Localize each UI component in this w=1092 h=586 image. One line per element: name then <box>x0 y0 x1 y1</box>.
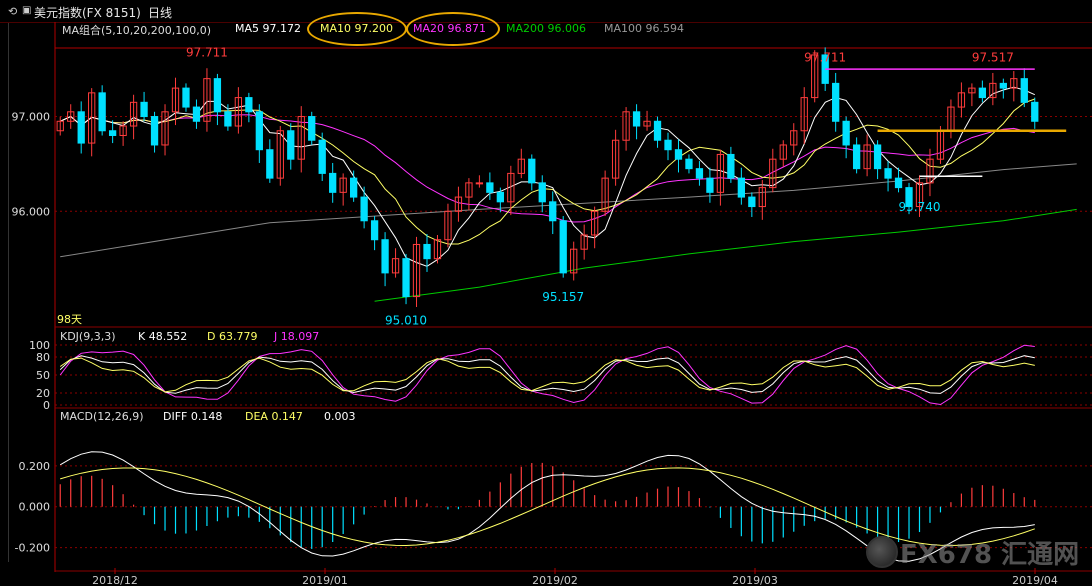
candle-body <box>140 101 148 118</box>
candle-body <box>255 111 263 151</box>
candle-body <box>1020 78 1028 103</box>
candle-body <box>884 168 892 179</box>
price-annotation: 95.157 <box>542 290 584 304</box>
candle-body <box>653 120 662 141</box>
candle-body <box>706 177 714 193</box>
kdj-tick-label: 80 <box>36 351 50 364</box>
candle-body <box>1031 101 1039 122</box>
candle-body <box>77 111 85 144</box>
candle-body <box>894 177 903 189</box>
price-tick-label: 97.000 <box>12 111 51 124</box>
kdj-d-legend: D 63.779 <box>207 330 258 343</box>
candle-body <box>632 111 641 127</box>
macd-tick-label: -0.200 <box>15 542 50 555</box>
x-axis-label: 2018/12 <box>92 574 138 586</box>
ma-legend-label: MA组合(5,10,20,200,100,0) <box>62 24 212 37</box>
candle-body <box>108 130 117 136</box>
watermark-logo-icon <box>866 536 898 568</box>
candle-body <box>559 220 567 274</box>
ma20-highlight-oval <box>406 12 500 46</box>
candle-body <box>213 78 222 113</box>
candle-body <box>192 106 201 122</box>
candle-body <box>98 92 106 132</box>
price-annotation: 97.711 <box>804 50 846 64</box>
candle-body <box>538 182 546 203</box>
ma100-legend: MA100 96.594 <box>604 22 684 35</box>
candle-body <box>360 196 368 222</box>
candle-body <box>318 139 326 174</box>
candle-body <box>350 177 358 198</box>
candle-body <box>695 168 704 179</box>
price-annotation: 97.711 <box>186 46 228 60</box>
price-annotation: 97.517 <box>972 50 1014 64</box>
ma200-line <box>374 208 1077 302</box>
candle-body <box>150 116 159 146</box>
candle-body <box>287 130 295 160</box>
candle-body <box>224 111 232 127</box>
days-count: 98天 <box>57 313 82 326</box>
ma10-highlight-oval <box>307 12 407 46</box>
candle-body <box>496 191 504 203</box>
candle-body <box>423 243 431 260</box>
candle-body <box>329 172 337 193</box>
candle-body <box>727 153 735 179</box>
candle-body <box>842 120 850 146</box>
chart-canvas: 96.000 97.000 97.711 95.010 95.157 97.711 95.7… <box>12 22 1092 586</box>
candle-body <box>308 116 316 141</box>
macd-diff-legend: DIFF 0.148 <box>163 410 223 423</box>
ma5-legend: MA5 97.172 <box>235 22 301 35</box>
x-axis-label: 2019/02 <box>532 574 578 586</box>
candle-body <box>245 97 253 113</box>
candle-body <box>737 177 746 198</box>
candle-body <box>832 82 840 122</box>
macd-tick-label: 0.200 <box>19 460 51 473</box>
kdj-legend-label: KDJ(9,3,3) <box>60 330 116 343</box>
candle-body <box>999 82 1007 89</box>
kdj-k-legend: K 48.552 <box>138 330 188 343</box>
candle-body <box>685 158 693 170</box>
candle-body <box>381 239 389 274</box>
candle-body <box>182 87 190 108</box>
candle-body <box>674 149 683 160</box>
candle-body <box>549 201 557 222</box>
kdj-tick-label: 0 <box>43 399 50 412</box>
candle-body <box>402 258 410 298</box>
price-tick-label: 96.000 <box>12 205 51 218</box>
candle-body <box>475 182 484 185</box>
candle-body <box>528 158 536 184</box>
x-axis-label: 2019/04 <box>1012 574 1058 586</box>
watermark-text: FX678 汇通网 <box>900 540 1080 570</box>
macd-dea-legend: DEA 0.147 <box>245 410 303 423</box>
kdj-tick-label: 50 <box>36 369 50 382</box>
ma200-legend: MA200 96.006 <box>506 22 586 35</box>
macd-tick-label: 0.000 <box>19 501 51 514</box>
candle-body <box>486 182 494 193</box>
macd-value-legend: 0.003 <box>324 410 356 423</box>
candle-body <box>873 144 882 170</box>
candle-body <box>266 149 274 179</box>
x-axis-label: 2019/03 <box>732 574 778 586</box>
candle-body <box>978 87 987 99</box>
x-axis-label: 2019/01 <box>302 574 348 586</box>
price-annotation: 95.010 <box>385 314 427 328</box>
candle-body <box>664 139 672 151</box>
macd-legend-label: MACD(12,26,9) <box>60 410 144 423</box>
price-annotation: 95.740 <box>898 200 940 214</box>
candle-body <box>370 220 379 241</box>
candle-body <box>852 144 861 170</box>
candle-body <box>748 196 756 208</box>
kdj-j-legend: J 18.097 <box>274 330 320 343</box>
